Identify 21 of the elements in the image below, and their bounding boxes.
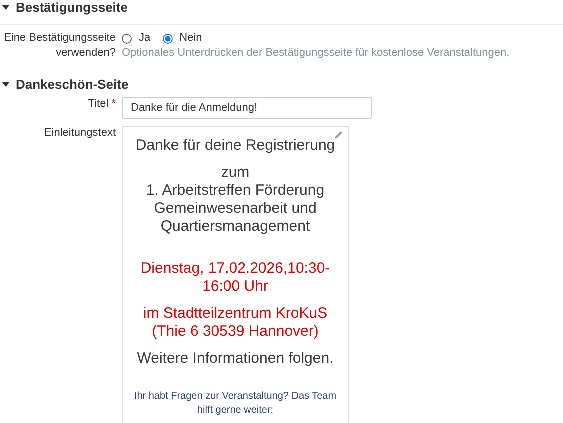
editor-paragraph: Ihr habt Fragen zur Veranstaltung? Das Team hilft gerne weiter: [133, 390, 338, 418]
caret-icon[interactable] [2, 4, 10, 10]
radio-label: Ja [139, 31, 151, 46]
radio-button[interactable] [162, 34, 173, 44]
required-mark: * [112, 98, 116, 110]
editor-paragraph: im Stadtteilzentrum KroKuS (Thie 6 30539 Hannover) [142, 305, 329, 341]
editor-paragraph: zum 1. Arbeitstreffen Förderung Gemeinwesenarbeit und Quartiersmanagement [145, 164, 326, 236]
radio-button[interactable] [122, 34, 132, 44]
help-text: Optionales Unterdrücken der Bestätigungsseite für kostenlose Veranstaltungen. [122, 46, 511, 61]
pencil-icon[interactable] [334, 130, 344, 140]
editor-paragraph: Danke für deine Registrierung [134, 137, 336, 155]
title-field[interactable]: Danke für die Anmeldung! [122, 97, 372, 119]
editor-paragraph: Dienstag, 17.02.2026,10:30-16:00 Uhr [140, 260, 332, 296]
field-label: Titel * [87, 97, 116, 112]
editor-paragraph: Weitere Informationen folgen. [136, 350, 335, 368]
caret-icon[interactable] [2, 82, 10, 86]
field-label: Eine Bestätigungsseite verwenden? [3, 31, 116, 61]
field-label: Einleitungstext [43, 126, 116, 141]
section-title: Dankeschön-Seite [16, 76, 129, 92]
radio-label: Nein [180, 31, 202, 46]
section-title: Bestätigungsseite [16, 0, 128, 14]
